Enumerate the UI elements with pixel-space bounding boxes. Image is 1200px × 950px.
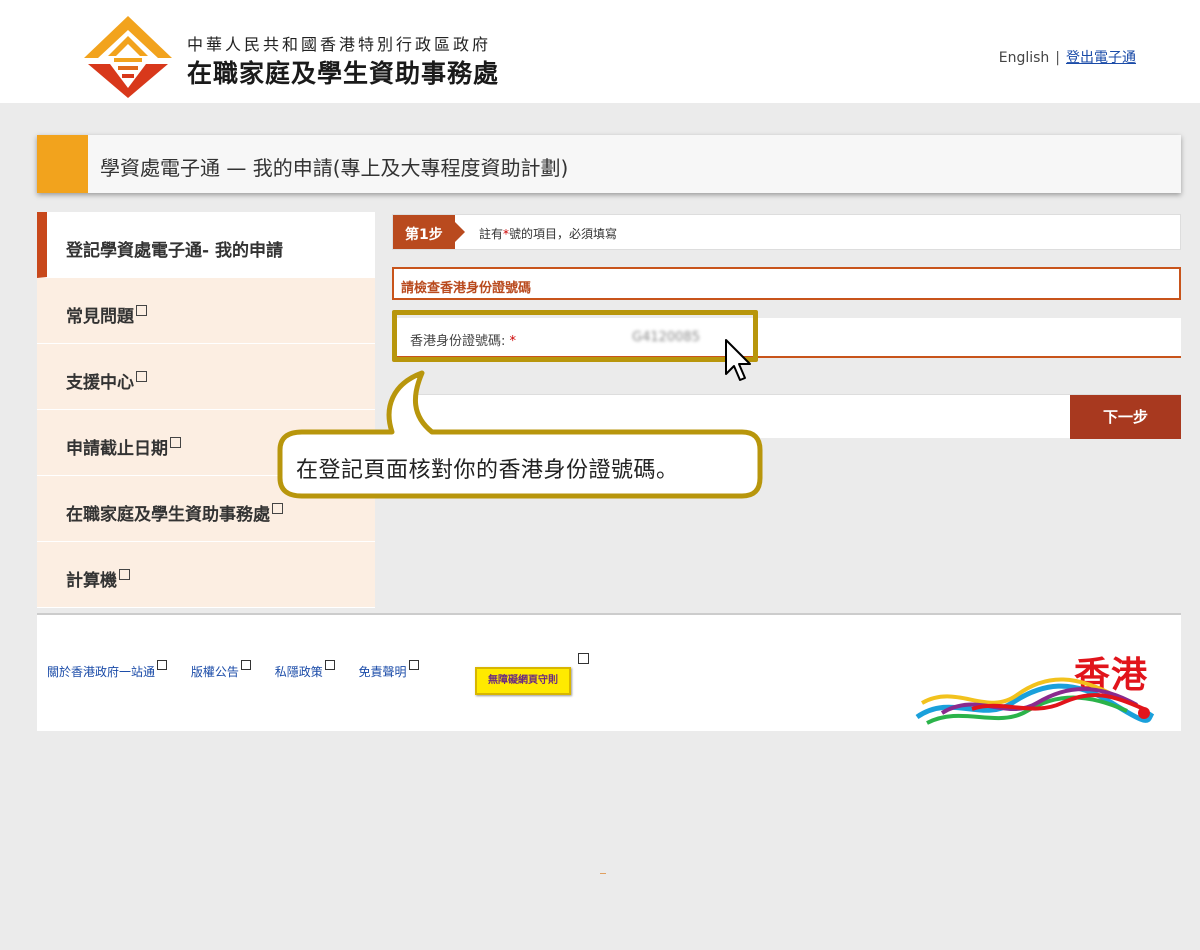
external-link-icon — [119, 569, 130, 580]
footer-link-gov[interactable]: 關於香港政府一站通 — [47, 660, 168, 679]
required-note: 註有*號的項目，必須填寫 — [479, 227, 618, 241]
brand-dragon-icon — [915, 677, 1155, 725]
sidebar-item-label: 計算機 — [66, 566, 130, 591]
sidebar-item-label: 申請截止日期 — [66, 434, 181, 459]
page-title: 學資處電子通 — 我的申請(專上及大專程度資助計劃) — [100, 156, 569, 180]
sfo-logo-icon — [84, 16, 172, 98]
callout-text: 在登記頁面核對你的香港身份證號碼。 — [296, 458, 679, 483]
section-heading: 請檢查香港身份證號碼 — [392, 267, 1181, 300]
external-link-icon — [272, 503, 283, 514]
logout-link[interactable]: 登出電子通 — [1066, 50, 1136, 66]
external-link-icon — [136, 371, 147, 382]
footer-link-disclaimer[interactable]: 免責聲明 — [359, 660, 419, 679]
footer-links: 關於香港政府一站通 版權公告 私隱政策 免責聲明 — [47, 660, 439, 680]
external-link-icon — [324, 660, 335, 670]
sidebar-item-label: 在職家庭及學生資助事務處 — [66, 500, 283, 525]
external-link-icon — [170, 437, 181, 448]
step-bar: 第1步 註有*號的項目，必須填寫 — [392, 214, 1181, 250]
section-title: 請檢查香港身份證號碼 — [401, 281, 532, 296]
accessibility-badge[interactable]: 無障礙網頁守則 — [475, 667, 571, 695]
org-name-line2: 在職家庭及學生資助事務處 — [187, 59, 500, 88]
page-footer: 關於香港政府一站通 版權公告 私隱政策 免責聲明 無障礙網頁守則 香港 — [37, 613, 1181, 731]
external-link-icon — [408, 660, 419, 670]
title-accent — [37, 135, 88, 193]
sidebar-item-calculator[interactable]: 計算機 — [37, 542, 375, 608]
link-separator: | — [1055, 50, 1060, 66]
hkid-highlight-box — [392, 310, 758, 362]
sidebar-item-label: 常見問題 — [66, 302, 147, 327]
org-name-line1: 中華人民共和國香港特別行政區政府 — [187, 35, 492, 54]
external-link-icon — [136, 305, 147, 316]
sidebar-item-label: 支援中心 — [66, 368, 147, 393]
external-link-icon — [578, 653, 589, 664]
top-links: English | 登出電子通 — [999, 47, 1136, 67]
sidebar-item-label: 登記學資處電子通- 我的申請 — [66, 241, 283, 261]
mouse-cursor-icon — [725, 339, 751, 381]
footer-link-privacy[interactable]: 私隱政策 — [275, 660, 335, 679]
page-header: 中華人民共和國香港特別行政區政府 在職家庭及學生資助事務處 English | 登出… — [0, 0, 1200, 103]
english-link[interactable]: English — [999, 50, 1050, 66]
external-link-icon — [157, 660, 168, 670]
external-link-icon — [240, 660, 251, 670]
next-step-button[interactable]: 下一步 — [1070, 395, 1181, 439]
decorative-dash — [600, 873, 606, 874]
step-badge: 第1步 — [393, 215, 465, 249]
sidebar-item-register[interactable]: 登記學資處電子通- 我的申請 — [37, 212, 375, 278]
sidebar-item-faq[interactable]: 常見問題 — [37, 278, 375, 344]
footer-link-copyright[interactable]: 版權公告 — [191, 660, 251, 679]
page-title-bar: 學資處電子通 — 我的申請(專上及大專程度資助計劃) — [37, 135, 1181, 193]
